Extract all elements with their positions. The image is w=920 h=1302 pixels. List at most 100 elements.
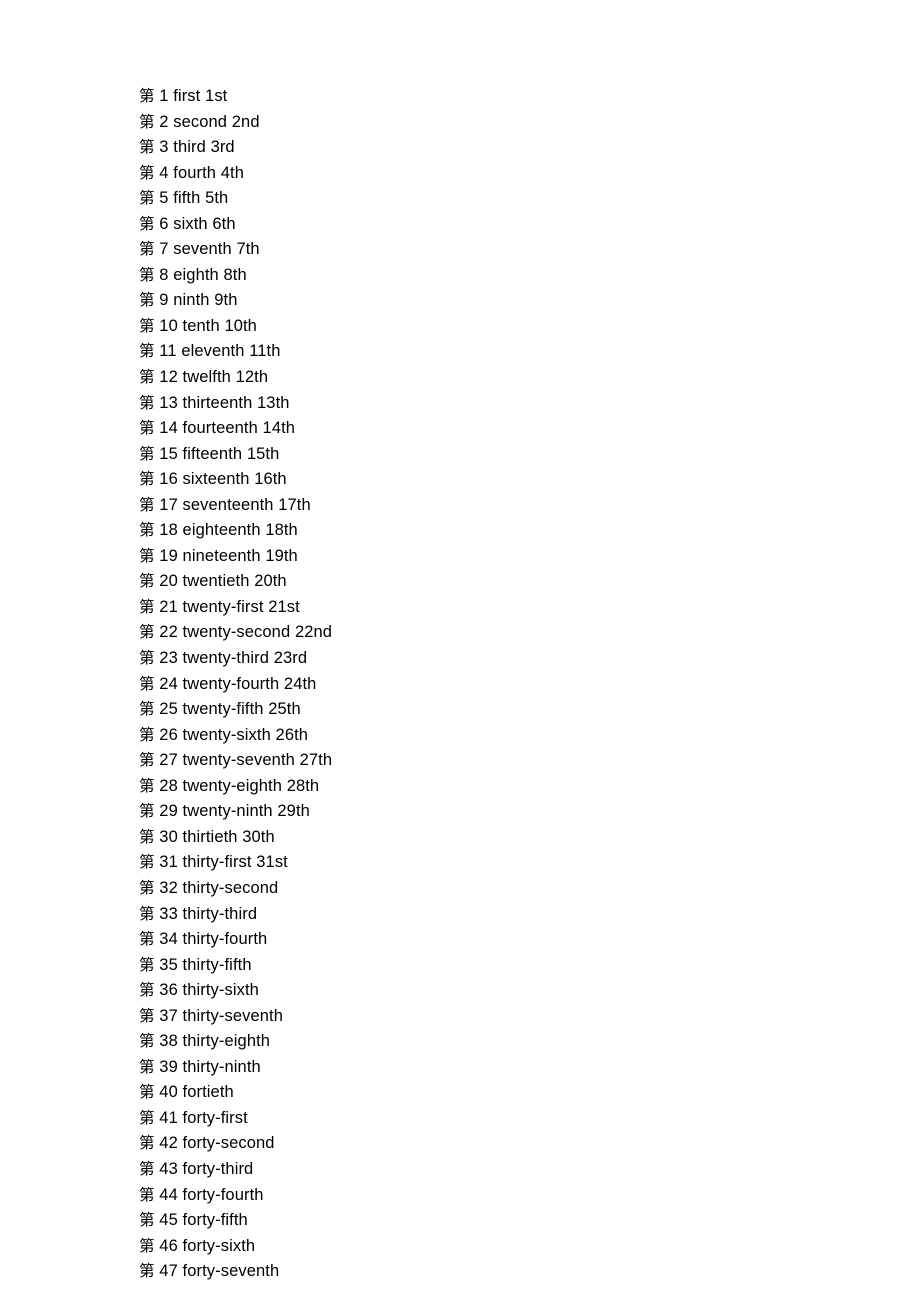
ordinal-abbreviation: 29th: [277, 802, 310, 821]
ordinal-abbreviation: 16th: [254, 470, 287, 489]
ordinal-word: first: [173, 87, 201, 105]
ordinal-word: twenty-first: [182, 597, 264, 616]
ordinal-word: twelfth: [182, 368, 231, 387]
ordinal-number: 6: [159, 214, 169, 233]
ordinal-prefix-character: 第: [139, 1159, 155, 1178]
list-item: 第 24 twenty-fourth 24th: [139, 672, 839, 698]
ordinal-word: forty-third: [182, 1159, 254, 1178]
list-item: 第 44 forty-fourth: [139, 1183, 839, 1209]
ordinal-prefix-character: 第: [139, 393, 155, 412]
ordinal-abbreviation: 2nd: [231, 112, 260, 131]
ordinal-number: 9: [159, 291, 169, 310]
ordinal-prefix-character: 第: [139, 444, 155, 463]
ordinal-number: 23: [159, 649, 178, 668]
ordinal-number: 28: [159, 776, 178, 795]
ordinal-prefix-character: 第: [139, 802, 155, 821]
ordinal-abbreviation: 28th: [286, 776, 320, 795]
ordinal-number: 38: [159, 1032, 178, 1051]
ordinal-abbreviation: 24th: [283, 674, 317, 693]
ordinal-prefix-character: 第: [139, 1262, 155, 1281]
ordinal-word: forty-seventh: [182, 1262, 280, 1281]
ordinal-prefix-character: 第: [139, 725, 155, 744]
ordinal-number: 5: [159, 189, 169, 208]
list-item: 第 7 seventh 7th: [139, 237, 839, 263]
ordinal-abbreviation: 26th: [275, 725, 309, 744]
ordinal-word: thirty-first: [182, 853, 252, 872]
ordinal-number: 8: [159, 265, 169, 284]
list-item: 第 43 forty-third: [139, 1157, 839, 1183]
ordinal-prefix-character: 第: [139, 1057, 155, 1076]
list-item: 第 15 fifteenth 15th: [139, 442, 839, 468]
ordinal-number: 42: [159, 1134, 178, 1153]
list-item: 第 14 fourteenth 14th: [139, 416, 839, 442]
ordinal-number: 45: [159, 1211, 178, 1230]
list-item: 第 28 twenty-eighth 28th: [139, 774, 839, 800]
ordinal-prefix-character: 第: [139, 674, 155, 693]
ordinal-abbreviation: 15th: [246, 444, 280, 463]
ordinal-number: 32: [159, 878, 178, 897]
ordinal-number: 37: [159, 1006, 178, 1025]
list-item: 第 30 thirtieth 30th: [139, 825, 839, 851]
ordinal-prefix-character: 第: [139, 87, 155, 105]
list-item: 第 46 forty-sixth: [139, 1234, 839, 1260]
ordinal-word: twenty-fifth: [182, 700, 264, 719]
ordinal-word: second: [173, 112, 228, 131]
ordinal-word: thirty-eighth: [182, 1032, 271, 1051]
ordinal-abbreviation: 20th: [254, 572, 287, 591]
ordinal-number: 25: [159, 700, 178, 719]
ordinal-word: thirty-fourth: [182, 930, 268, 949]
ordinal-word: twenty-eighth: [182, 776, 282, 795]
ordinal-number: 13: [159, 393, 178, 412]
ordinal-word: seventeenth: [182, 495, 274, 514]
list-item: 第 39 thirty-ninth: [139, 1055, 839, 1081]
ordinal-number: 22: [159, 623, 178, 642]
ordinal-number: 15: [159, 444, 178, 463]
ordinal-word: thirteenth: [182, 393, 253, 412]
list-item: 第 41 forty-first: [139, 1106, 839, 1132]
ordinal-prefix-character: 第: [139, 546, 155, 565]
ordinal-word: eleventh: [181, 342, 245, 361]
ordinal-word: thirty-third: [182, 904, 258, 923]
ordinal-prefix-character: 第: [139, 623, 155, 642]
ordinal-abbreviation: 12th: [235, 368, 269, 387]
ordinal-number: 17: [159, 495, 178, 514]
list-item: 第 1 first 1st: [139, 84, 839, 110]
ordinal-prefix-character: 第: [139, 316, 155, 335]
ordinal-word: tenth: [182, 316, 220, 335]
document-page: 第 1 first 1st 第 2 second 2nd 第 3 third 3rd…: [0, 0, 920, 1302]
ordinal-abbreviation: 25th: [268, 700, 301, 719]
ordinal-list: 第 1 first 1st 第 2 second 2nd 第 3 third 3rd…: [139, 84, 839, 1285]
ordinal-abbreviation: 9th: [214, 291, 238, 310]
ordinal-word: sixth: [173, 214, 208, 233]
ordinal-number: 20: [159, 572, 178, 591]
list-item: 第 13 thirteenth 13th: [139, 391, 839, 417]
ordinal-number: 7: [159, 240, 169, 259]
ordinal-prefix-character: 第: [139, 649, 155, 668]
ordinal-abbreviation: 23rd: [273, 649, 308, 668]
ordinal-word: forty-fourth: [182, 1185, 264, 1204]
list-item: 第 12 twelfth 12th: [139, 365, 839, 391]
ordinal-word: fifth: [173, 189, 201, 208]
list-item: 第 25 twenty-fifth 25th: [139, 697, 839, 723]
ordinal-abbreviation: 14th: [262, 419, 296, 438]
ordinal-word: twenty-seventh: [182, 751, 295, 770]
ordinal-prefix-character: 第: [139, 700, 155, 719]
list-item: 第 21 twenty-first 21st: [139, 595, 839, 621]
ordinal-number: 24: [159, 674, 178, 693]
ordinal-number: 11: [159, 342, 177, 361]
ordinal-word: twenty-third: [182, 649, 270, 668]
ordinal-number: 44: [159, 1185, 178, 1204]
ordinal-abbreviation: 6th: [212, 214, 236, 233]
list-item: 第 37 thirty-seventh: [139, 1004, 839, 1030]
ordinal-prefix-character: 第: [139, 495, 155, 514]
ordinal-prefix-character: 第: [139, 597, 155, 616]
ordinal-number: 33: [159, 904, 178, 923]
list-item: 第 47 forty-seventh: [139, 1259, 839, 1285]
ordinal-number: 18: [159, 521, 178, 540]
list-item: 第 38 thirty-eighth: [139, 1029, 839, 1055]
list-item: 第 45 forty-fifth: [139, 1208, 839, 1234]
list-item: 第 8 eighth 8th: [139, 263, 839, 289]
list-item: 第 22 twenty-second 22nd: [139, 620, 839, 646]
ordinal-abbreviation: 5th: [205, 189, 229, 208]
ordinal-number: 29: [159, 802, 178, 821]
